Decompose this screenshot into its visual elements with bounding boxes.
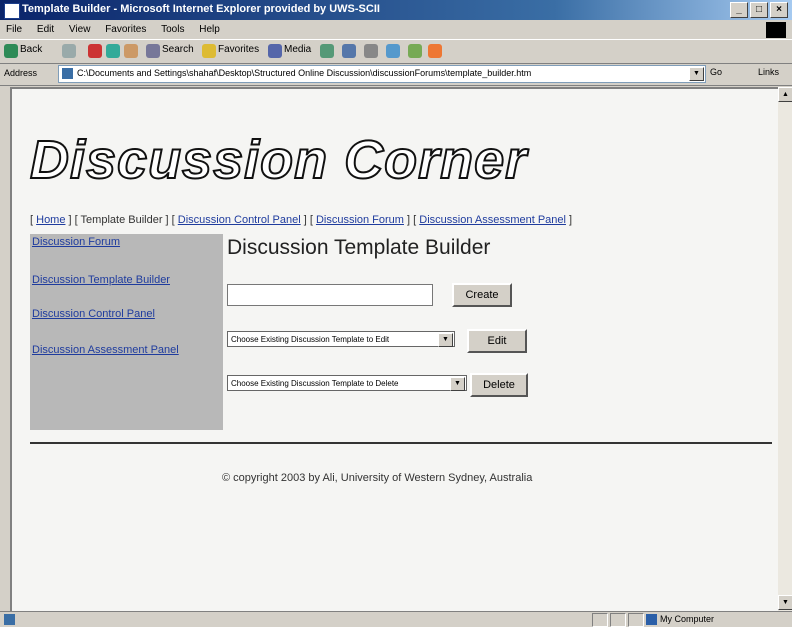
stop-icon[interactable]: [88, 44, 102, 58]
edit-template-select[interactable]: Choose Existing Discussion Template to E…: [227, 331, 455, 347]
menu-help[interactable]: Help: [199, 20, 220, 39]
address-input[interactable]: C:\Documents and Settings\shahaf\Desktop…: [58, 65, 706, 83]
delete-template-select-value: Choose Existing Discussion Template to D…: [231, 379, 399, 388]
back-button[interactable]: Back: [20, 44, 42, 55]
sidebar-item-template-builder[interactable]: Discussion Template Builder: [32, 274, 170, 286]
top-nav: [ Home ] [ Template Builder ] [ Discussi…: [30, 214, 572, 226]
minimize-button[interactable]: _: [730, 2, 748, 18]
discuss-icon[interactable]: [408, 44, 422, 58]
page-title: Discussion Template Builder: [227, 236, 491, 259]
site-logo: Discussion Corner: [29, 129, 528, 191]
address-label: Address: [4, 68, 38, 78]
page-viewport: Discussion Corner [ Home ] [ Template Bu…: [10, 87, 778, 613]
mail-icon[interactable]: [342, 44, 356, 58]
chevron-down-icon[interactable]: ▼: [450, 377, 465, 391]
maximize-button[interactable]: □: [750, 2, 768, 18]
ie-app-icon: [4, 3, 20, 19]
nav-separator: ] [: [300, 214, 316, 226]
sidebar-item-assessment-panel[interactable]: Discussion Assessment Panel: [32, 344, 179, 356]
window-title-bar: Template Builder - Microsoft Internet Ex…: [0, 0, 792, 20]
refresh-icon[interactable]: [106, 44, 120, 58]
nav-forum-link[interactable]: Discussion Forum: [316, 214, 404, 226]
page-icon: [62, 68, 73, 79]
template-name-input[interactable]: [227, 284, 433, 306]
edit-button[interactable]: Edit: [467, 329, 527, 353]
nav-assessment-link[interactable]: Discussion Assessment Panel: [419, 214, 566, 226]
divider: [30, 442, 772, 444]
back-arrow-icon[interactable]: [4, 44, 18, 58]
close-button[interactable]: ×: [770, 2, 788, 18]
security-zone: My Computer: [660, 614, 715, 624]
media-icon[interactable]: [268, 44, 282, 58]
edit-template-select-value: Choose Existing Discussion Template to E…: [231, 335, 390, 344]
chevron-down-icon[interactable]: ▼: [438, 333, 453, 347]
windows-logo-icon: [766, 22, 786, 38]
menu-tools[interactable]: Tools: [161, 20, 184, 39]
menu-bar: File Edit View Favorites Tools Help: [0, 20, 792, 39]
search-button[interactable]: Search: [162, 44, 194, 55]
go-button[interactable]: Go: [710, 67, 722, 77]
scroll-up-icon[interactable]: ▲: [778, 87, 792, 102]
create-button[interactable]: Create: [452, 283, 512, 307]
scroll-down-icon[interactable]: ▼: [778, 595, 792, 610]
delete-button[interactable]: Delete: [470, 373, 528, 397]
nav-current-page: ] [ Template Builder ] [: [65, 214, 178, 226]
window-title: Template Builder - Microsoft Internet Ex…: [22, 3, 380, 15]
status-cell: [592, 613, 608, 627]
address-bar: Address C:\Documents and Settings\shahaf…: [0, 63, 792, 86]
status-bar: My Computer: [0, 611, 792, 627]
sidebar-item-control-panel[interactable]: Discussion Control Panel: [32, 308, 155, 320]
standard-toolbar: Back Search Favorites Media: [0, 39, 792, 64]
nav-separator: ] [: [403, 214, 420, 226]
messenger-icon[interactable]: [428, 44, 442, 58]
done-icon: [4, 614, 15, 625]
favorites-button[interactable]: Favorites: [218, 44, 259, 55]
nav-home-link[interactable]: Home: [36, 214, 65, 226]
edit-icon[interactable]: [386, 44, 400, 58]
history-icon[interactable]: [320, 44, 334, 58]
favorites-icon[interactable]: [202, 44, 216, 58]
status-cell: [628, 613, 644, 627]
search-icon[interactable]: [146, 44, 160, 58]
forward-arrow-icon[interactable]: [62, 44, 76, 58]
copyright-text: © copyright 2003 by Ali, University of W…: [222, 472, 533, 484]
home-icon[interactable]: [124, 44, 138, 58]
my-computer-icon: [646, 614, 657, 625]
vertical-scrollbar[interactable]: ▲ ▼: [778, 87, 792, 611]
status-cell: [610, 613, 626, 627]
sidebar: Discussion Forum Discussion Template Bui…: [30, 234, 223, 430]
nav-control-panel-link[interactable]: Discussion Control Panel: [178, 214, 301, 226]
media-button[interactable]: Media: [284, 44, 311, 55]
menu-edit[interactable]: Edit: [37, 20, 54, 39]
print-icon[interactable]: [364, 44, 378, 58]
address-url[interactable]: C:\Documents and Settings\shahaf\Desktop…: [77, 68, 531, 78]
sidebar-item-forum[interactable]: Discussion Forum: [32, 236, 120, 248]
chevron-down-icon[interactable]: ▼: [689, 67, 704, 81]
delete-template-select[interactable]: Choose Existing Discussion Template to D…: [227, 375, 467, 391]
menu-file[interactable]: File: [6, 20, 22, 39]
links-button[interactable]: Links: [758, 67, 779, 77]
menu-view[interactable]: View: [69, 20, 91, 39]
nav-bracket: ]: [565, 214, 573, 226]
menu-favorites[interactable]: Favorites: [105, 20, 146, 39]
